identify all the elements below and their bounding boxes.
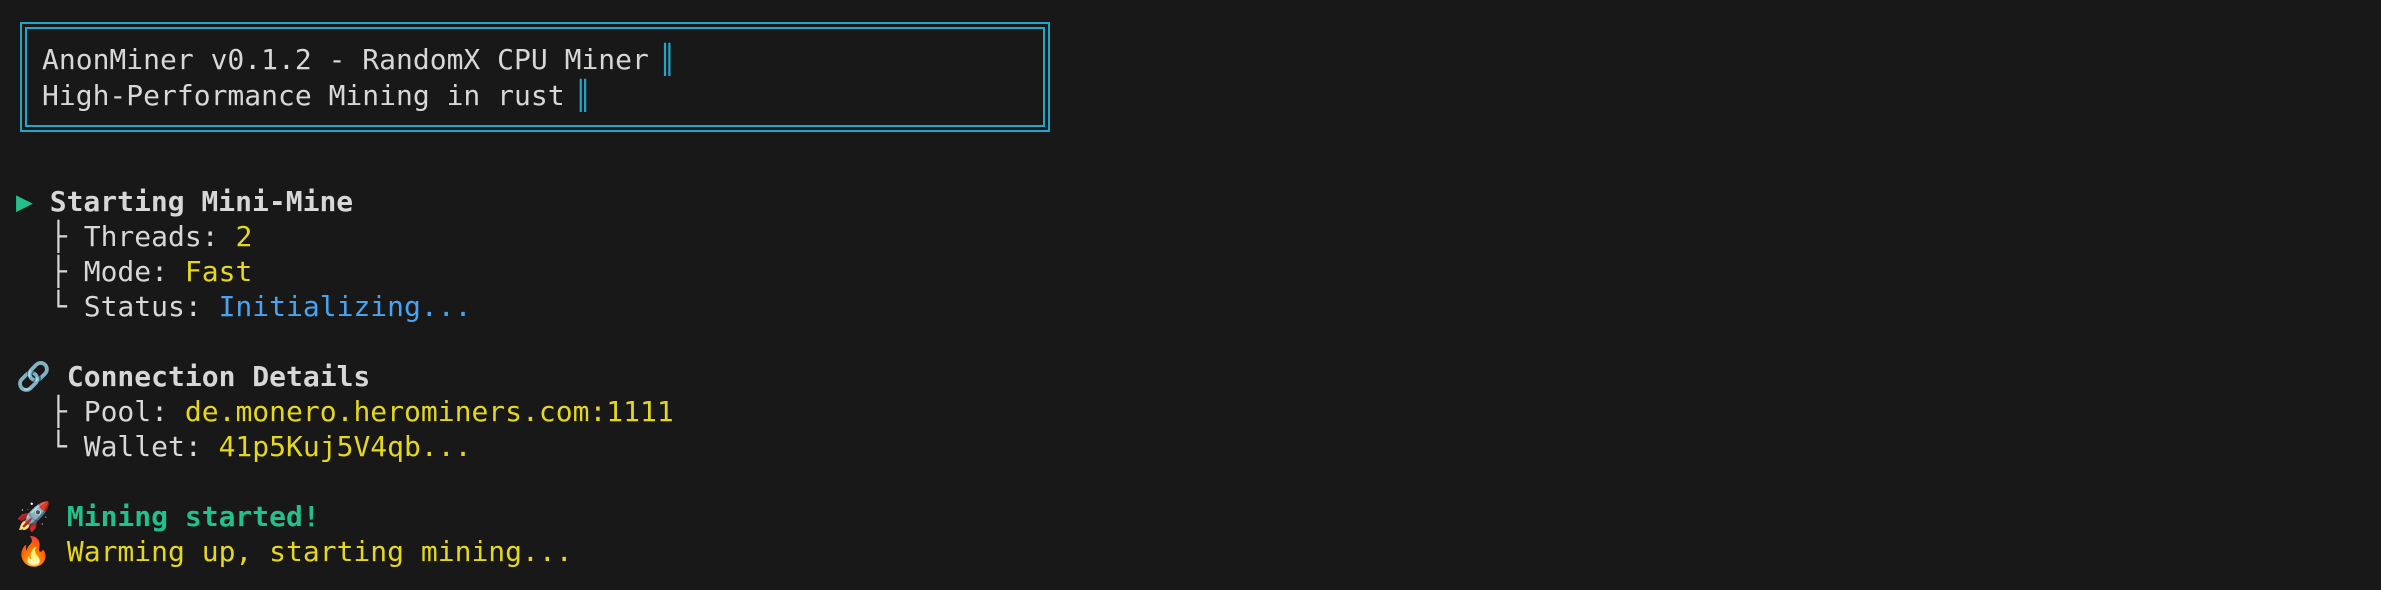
banner-right-bar: ║ [658,43,676,76]
status-value: Initializing... [218,290,472,323]
banner-subtitle: High-Performance Mining in rust [42,79,565,112]
connection-heading-line: 🔗 Connection Details [16,359,370,394]
banner-subtitle-line: High-Performance Mining in rust ║ [42,79,591,112]
status-line: └ Status: Initializing... [50,289,471,324]
warming-line: 🔥 Warming up, starting mining... [16,534,573,569]
tree-branch: ├ [50,220,84,253]
tree-branch: ├ [50,395,84,428]
tree-branch-end: └ [50,430,84,463]
connection-heading: Connection Details [66,360,371,393]
rocket-icon: 🚀 [16,500,51,533]
mode-label: Mode: [83,255,185,288]
tree-branch-end: └ [50,290,84,323]
pool-value: de.monero.herominers.com:1111 [184,395,674,428]
banner-box [20,22,1050,132]
fire-icon: 🔥 [16,535,51,568]
link-icon: 🔗 [16,360,51,393]
wallet-label: Wallet: [83,430,219,463]
start-heading: Starting Mini-Mine [49,185,354,218]
wallet-line: └ Wallet: 41p5Kuj5V4qb... [50,429,471,464]
threads-line: ├ Threads: 2 [50,219,252,254]
warming-text: Warming up, starting mining... [66,535,573,568]
pool-line: ├ Pool: de.monero.herominers.com:1111 [50,394,674,429]
play-icon: ▶ [16,185,33,218]
mining-started-line: 🚀 Mining started! [16,499,320,534]
banner-title: AnonMiner v0.1.2 - RandomX CPU Miner [42,43,649,76]
wallet-value: 41p5Kuj5V4qb... [218,430,472,463]
threads-label: Threads: [83,220,236,253]
start-heading-line: ▶ Starting Mini-Mine [16,184,353,219]
status-label: Status: [83,290,219,323]
mining-started-text: Mining started! [66,500,320,533]
banner-right-bar: ║ [574,79,592,112]
threads-value: 2 [235,220,253,253]
pool-label: Pool: [83,395,185,428]
mode-value: Fast [184,255,253,288]
tree-branch: ├ [50,255,84,288]
banner-title-line: AnonMiner v0.1.2 - RandomX CPU Miner ║ [42,43,676,76]
mode-line: ├ Mode: Fast [50,254,252,289]
